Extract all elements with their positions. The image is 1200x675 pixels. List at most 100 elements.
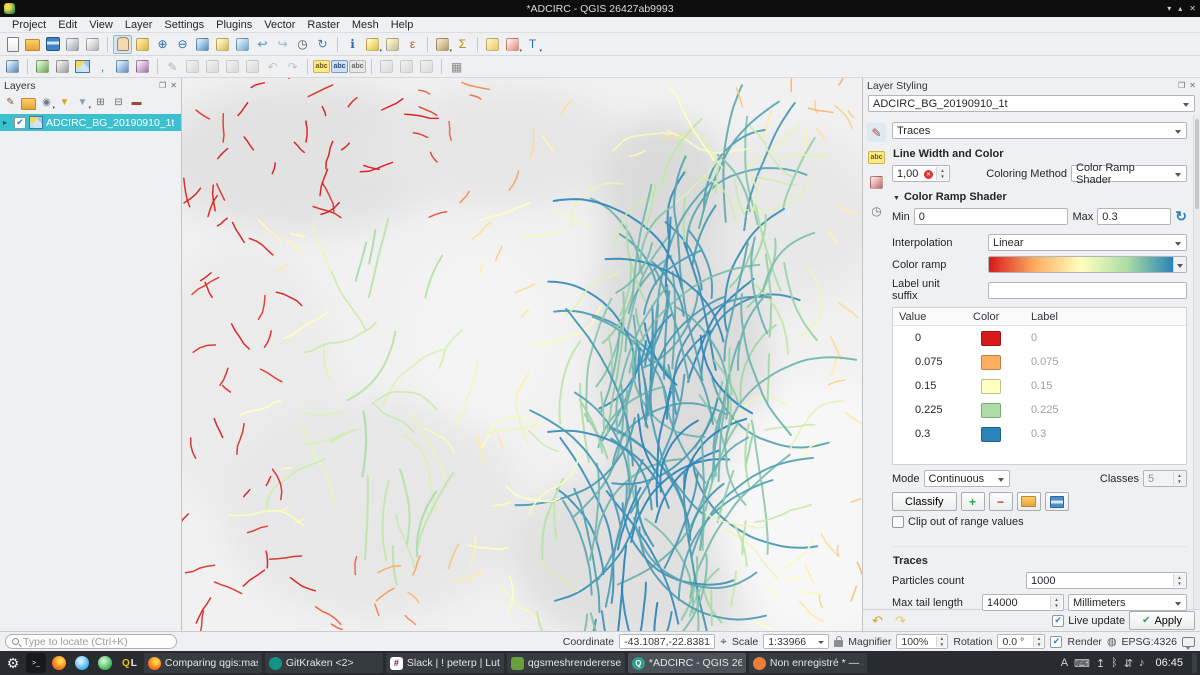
mesh-calculator-icon[interactable]: ▦ (447, 57, 466, 76)
scale-combo[interactable]: 1:33966 (763, 634, 829, 649)
temporal-controller-icon[interactable]: ◷ (293, 35, 312, 54)
add-spatialite-layer-icon[interactable] (133, 57, 152, 76)
show-desktop-button[interactable] (1192, 653, 1197, 673)
spinner-arrows[interactable] (1173, 472, 1185, 485)
undock-panel-icon[interactable] (159, 81, 166, 90)
add-vector-layer-icon[interactable] (33, 57, 52, 76)
zoom-out-icon[interactable]: ⊖ (173, 35, 192, 54)
remove-layer-icon[interactable]: ▬ (128, 94, 145, 111)
taskbar-task[interactable]: Non enregistré * — Sp... (749, 653, 867, 673)
redo-style-icon[interactable] (891, 611, 910, 630)
updates-indicator-icon[interactable]: ↥ (1096, 657, 1105, 670)
color-ramp-shader-section[interactable]: Color Ramp Shader (893, 191, 1187, 203)
identify-features-icon[interactable]: ℹ (343, 35, 362, 54)
remove-entry-icon[interactable] (989, 492, 1013, 511)
redo-icon[interactable]: ↷ (283, 57, 302, 76)
coordinate-input[interactable]: -43.1087,-22.8381 (619, 634, 715, 649)
zoom-in-icon[interactable]: ⊕ (153, 35, 172, 54)
select-by-expression-icon[interactable]: ε (403, 35, 422, 54)
pinned-labels-icon[interactable]: abc (349, 60, 366, 73)
add-group-icon[interactable] (20, 94, 37, 111)
menu-vector[interactable]: Vector (258, 19, 301, 31)
undo-icon[interactable]: ↶ (263, 57, 282, 76)
add-delimited-text-layer-icon[interactable]: , (93, 57, 112, 76)
taskbar-task[interactable]: Slack | ! peterp | Lutr... (386, 653, 504, 673)
min-input[interactable]: 0 (914, 208, 1069, 225)
render-checkbox[interactable] (1050, 636, 1062, 648)
new-project-icon[interactable] (3, 35, 22, 54)
spinner-arrows[interactable] (936, 167, 948, 180)
spinner-arrows[interactable] (1050, 596, 1062, 609)
add-entry-icon[interactable] (961, 492, 985, 511)
close-icon[interactable] (1189, 4, 1196, 13)
menu-layer[interactable]: Layer (119, 19, 159, 31)
manage-map-themes-icon[interactable]: ◉▾ (38, 94, 55, 111)
zoom-last-icon[interactable]: ↩ (253, 35, 272, 54)
close-panel-icon[interactable] (1189, 81, 1196, 90)
keyboard-layout-indicator-icon[interactable]: ⌨ (1074, 657, 1090, 670)
menu-help[interactable]: Help (385, 19, 420, 31)
application-launcher-icon[interactable] (3, 653, 23, 673)
network-indicator-icon[interactable]: ⇵ (1124, 657, 1133, 670)
taskbar-task[interactable]: Comparing qgis:mast... (144, 653, 262, 673)
layer-selector-combo[interactable]: ADCIRC_BG_20190910_1t (868, 95, 1195, 112)
expand-all-icon[interactable]: ⊞ (92, 94, 109, 111)
add-feature-icon[interactable] (203, 57, 222, 76)
change-label-icon[interactable] (417, 57, 436, 76)
maximize-icon[interactable] (1178, 4, 1182, 13)
color-swatch[interactable] (981, 403, 1001, 418)
menu-view[interactable]: View (83, 19, 119, 31)
load-color-map-icon[interactable] (1017, 492, 1041, 511)
labels-tab-icon[interactable]: abc (868, 151, 885, 164)
layer-visibility-checkbox[interactable] (14, 117, 26, 129)
max-tail-length-spin[interactable]: 14000 (982, 594, 1064, 611)
add-raster-layer-icon[interactable] (53, 57, 72, 76)
save-project-icon[interactable] (43, 35, 62, 54)
menu-mesh[interactable]: Mesh (346, 19, 385, 31)
open-data-source-manager-icon[interactable] (3, 57, 22, 76)
close-panel-icon[interactable] (170, 81, 177, 90)
pan-map-icon[interactable] (113, 35, 132, 54)
menu-settings[interactable]: Settings (158, 19, 210, 31)
table-row[interactable]: 0.30.3 (893, 422, 1186, 446)
desktop-pager[interactable]: QL (118, 654, 141, 672)
open-layer-styling-panel-icon[interactable]: ✎ (2, 94, 19, 111)
coloring-method-combo[interactable]: Color Ramp Shader (1071, 165, 1187, 182)
zoom-full-icon[interactable] (193, 35, 212, 54)
clip-out-of-range-checkbox[interactable] (892, 516, 904, 528)
collapse-all-icon[interactable]: ⊟ (110, 94, 127, 111)
table-row[interactable]: 00 (893, 326, 1186, 350)
new-annotation-icon[interactable]: ▾ (503, 35, 522, 54)
classes-spin[interactable]: 5 (1143, 470, 1187, 487)
reload-min-max-icon[interactable] (1175, 208, 1187, 225)
bluetooth-indicator-icon[interactable]: ᛒ (1111, 657, 1118, 669)
save-layer-edits-icon[interactable] (183, 57, 202, 76)
move-label-icon[interactable] (377, 57, 396, 76)
mesh-3d-tab-icon[interactable] (867, 173, 886, 192)
spinner-arrows[interactable] (1173, 574, 1185, 587)
zoom-to-selection-icon[interactable] (213, 35, 232, 54)
menu-edit[interactable]: Edit (52, 19, 83, 31)
locate-input[interactable]: Type to locate (Ctrl+K) (5, 634, 177, 649)
table-row[interactable]: 0.2250.225 (893, 398, 1186, 422)
taskbar-task[interactable]: *ADCIRC - QGIS 26427... (628, 653, 746, 673)
history-tab-icon[interactable]: ◷ (867, 201, 886, 220)
lock-scale-icon[interactable] (834, 640, 843, 647)
refresh-map-icon[interactable]: ↻ (313, 35, 332, 54)
color-swatch[interactable] (981, 379, 1001, 394)
spinner-arrows[interactable] (1033, 636, 1043, 647)
layer-diagram-icon[interactable]: abc (331, 60, 348, 73)
live-update-checkbox[interactable] (1052, 615, 1064, 627)
add-mesh-layer-icon[interactable] (73, 57, 92, 76)
label-unit-suffix-input[interactable] (988, 282, 1187, 299)
max-tail-unit-combo[interactable]: Millimeters (1068, 594, 1187, 611)
export-color-map-icon[interactable] (1045, 492, 1069, 511)
classify-button[interactable]: Classify (892, 492, 957, 511)
expand-layer-icon[interactable] (3, 118, 11, 127)
menu-raster[interactable]: Raster (301, 19, 345, 31)
color-swatch[interactable] (981, 355, 1001, 370)
chevron-down-icon[interactable] (1173, 257, 1186, 272)
particles-count-spin[interactable]: 1000 (1026, 572, 1187, 589)
zoom-to-layer-icon[interactable] (233, 35, 252, 54)
menu-project[interactable]: Project (6, 19, 52, 31)
